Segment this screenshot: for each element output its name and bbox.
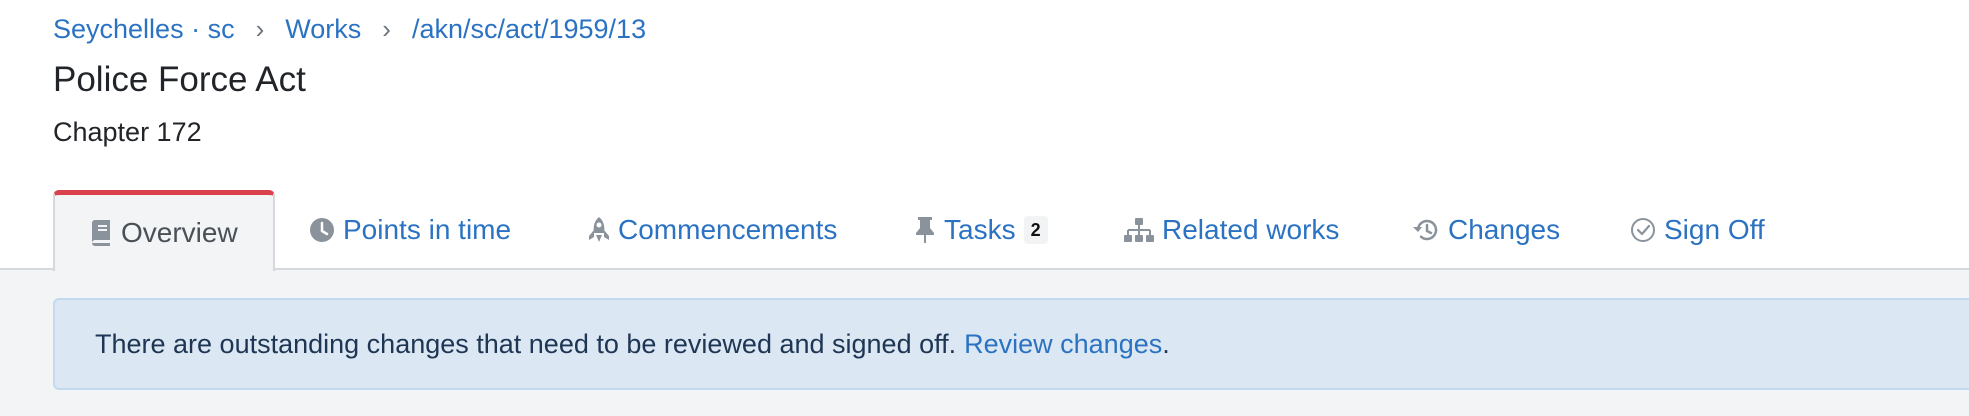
breadcrumb: Seychelles · sc › Works › /akn/sc/act/19… [53, 10, 646, 48]
work-tabs: Overview Points in time Commencements Ta… [0, 190, 1969, 271]
tab-overview-label: Overview [121, 217, 238, 248]
breadcrumb-country-link[interactable]: Seychelles · sc [53, 10, 235, 48]
tab-sign-off-label: Sign Off [1664, 214, 1765, 245]
breadcrumb-separator: › [255, 14, 265, 44]
alert-suffix: . [1162, 328, 1170, 359]
book-icon [89, 220, 113, 246]
tab-commencements[interactable]: Commencements [588, 190, 837, 270]
breadcrumb-separator: › [382, 14, 391, 44]
breadcrumb-frbr-uri-link[interactable]: /akn/sc/act/1959/13 [412, 10, 646, 48]
tab-changes[interactable]: Changes [1412, 190, 1560, 270]
sitemap-icon [1124, 217, 1154, 243]
tab-overview[interactable]: Overview [53, 190, 275, 271]
tab-related-works-label: Related works [1162, 214, 1340, 245]
rocket-icon [588, 216, 610, 244]
alert-message: There are outstanding changes that need … [95, 328, 957, 359]
history-icon [1412, 217, 1440, 243]
tab-points-in-time-label: Points in time [343, 214, 512, 245]
tab-tasks-label: Tasks [944, 214, 1016, 245]
tab-tasks[interactable]: Tasks 2 [914, 190, 1048, 270]
check-circle-icon [1630, 217, 1656, 243]
tab-related-works[interactable]: Related works [1124, 190, 1339, 270]
tasks-count-badge: 2 [1023, 216, 1048, 244]
tab-points-in-time[interactable]: Points in time [309, 190, 511, 270]
pin-icon [914, 216, 936, 244]
breadcrumb-works-link[interactable]: Works [285, 10, 361, 48]
tab-content: There are outstanding changes that need … [0, 270, 1969, 416]
tab-changes-label: Changes [1448, 214, 1561, 245]
tab-sign-off[interactable]: Sign Off [1630, 190, 1765, 270]
outstanding-changes-alert: There are outstanding changes that need … [53, 298, 1969, 390]
page-title: Police Force Act [53, 60, 306, 99]
tab-commencements-label: Commencements [618, 214, 838, 245]
page-subtitle: Chapter 172 [53, 117, 202, 147]
review-changes-link[interactable]: Review changes [964, 329, 1162, 360]
clock-icon [309, 217, 335, 243]
